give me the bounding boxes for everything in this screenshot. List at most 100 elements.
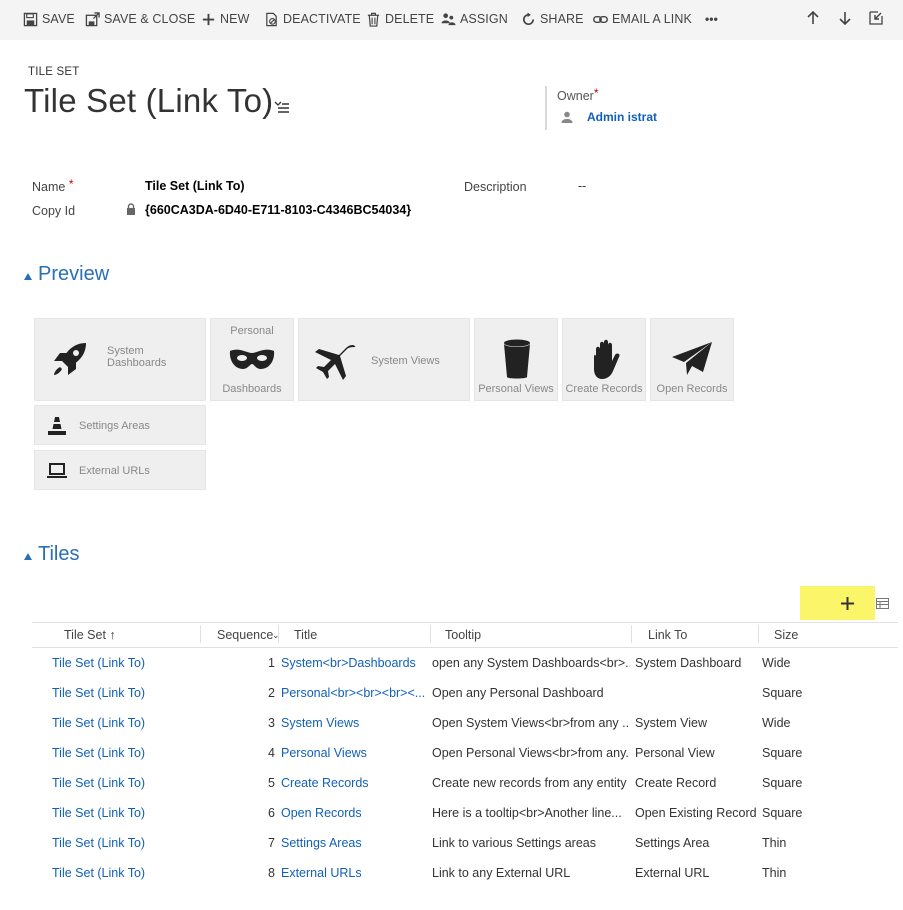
table-row[interactable]: Tile Set (Link To) 3 System Views Open Syst… [32, 708, 898, 738]
tile-label-top: Personal [230, 325, 274, 337]
share-icon [520, 11, 536, 27]
cell-size: Square [762, 806, 803, 820]
cell-title[interactable]: System<br>Dashboards [281, 648, 429, 678]
cell-size: Thin [762, 836, 787, 850]
col-header-sequence[interactable]: Sequence [217, 623, 273, 647]
cell-title[interactable]: Personal<br><br><br><... [281, 678, 429, 708]
previous-record-button[interactable] [804, 9, 822, 27]
more-icon: ••• [705, 12, 718, 26]
cell-size: Wide [762, 716, 791, 730]
cell-link-to: Create Record [635, 776, 717, 790]
cell-tooltip: Here is a tooltip<br>Another line... [432, 806, 622, 820]
cell-link-to: System View [635, 716, 708, 730]
preview-section-header[interactable]: Preview [24, 263, 109, 286]
table-row[interactable]: Tile Set (Link To) 4 Personal Views Open Pe… [32, 738, 898, 768]
tile-label: Create Records [565, 383, 643, 395]
cell-sequence: 6 [268, 806, 275, 820]
share-button[interactable]: SHARE [520, 0, 584, 38]
delete-button[interactable]: DELETE [365, 0, 434, 38]
tile-settings-areas[interactable]: Settings Areas [34, 405, 206, 445]
cell-tooltip: Create new records from any entity [432, 776, 627, 790]
form-selector-icon[interactable] [274, 100, 290, 114]
cell-link-to: External URL [635, 866, 710, 880]
table-row[interactable]: Tile Set (Link To) 7 Settings Areas Link to… [32, 828, 898, 858]
cell-tileset[interactable]: Tile Set (Link To) [52, 738, 202, 768]
mask-icon [229, 349, 275, 369]
cell-sequence: 2 [268, 686, 275, 700]
tile-label: System Dashboards [107, 345, 167, 369]
cell-link-to: Personal View [635, 746, 715, 760]
assign-button[interactable]: ASSIGN [440, 0, 508, 38]
email-link-button[interactable]: EMAIL A LINK [592, 0, 692, 38]
tile-label: Personal Views [478, 383, 554, 395]
description-field[interactable]: -- [578, 179, 586, 193]
save-button[interactable]: SAVE [22, 0, 75, 38]
cell-size: Thin [762, 866, 787, 880]
tile-external-urls[interactable]: External URLs [34, 450, 206, 490]
hand-icon [594, 339, 620, 379]
col-header-title[interactable]: Title [294, 623, 317, 647]
table-row[interactable]: Tile Set (Link To) 6 Open Records Here is a… [32, 798, 898, 828]
cell-title[interactable]: External URLs [281, 858, 429, 888]
cell-tileset[interactable]: Tile Set (Link To) [52, 648, 202, 678]
tile-system-dashboards[interactable]: System Dashboards [34, 318, 206, 401]
paper-plane-icon [672, 342, 712, 375]
more-commands-button[interactable]: ••• [705, 0, 718, 38]
grid-header: Tile Set ↑ Sequence ⌄ Title Tooltip Link… [32, 622, 898, 648]
command-bar: SAVE SAVE & CLOSE NEW DEACTIVATE DELETE … [0, 0, 903, 40]
table-row[interactable]: Tile Set (Link To) 5 Create Records Create … [32, 768, 898, 798]
cell-tileset[interactable]: Tile Set (Link To) [52, 858, 202, 888]
cell-tooltip: open any System Dashboards<br>... [432, 656, 630, 670]
cell-title[interactable]: System Views [281, 708, 429, 738]
owner-field: Owner* Admin istrat [545, 86, 675, 130]
name-field[interactable]: Tile Set (Link To) [145, 179, 245, 193]
col-header-tileset[interactable]: Tile Set ↑ [64, 623, 116, 647]
cell-title[interactable]: Create Records [281, 768, 429, 798]
pop-out-icon [869, 11, 883, 25]
col-header-link-to[interactable]: Link To [648, 623, 687, 647]
tile-open-records[interactable]: Open Records [650, 318, 734, 401]
add-tile-button[interactable] [800, 586, 875, 620]
cell-title[interactable]: Open Records [281, 798, 429, 828]
tile-create-records[interactable]: Create Records [562, 318, 646, 401]
cell-tileset[interactable]: Tile Set (Link To) [52, 768, 202, 798]
tile-label-bottom: Dashboards [222, 383, 282, 395]
cell-tileset[interactable]: Tile Set (Link To) [52, 708, 202, 738]
tiles-section-header[interactable]: Tiles [24, 543, 79, 566]
cell-tileset[interactable]: Tile Set (Link To) [52, 828, 202, 858]
link-icon [592, 11, 608, 27]
required-indicator: * [68, 177, 74, 191]
cell-title[interactable]: Settings Areas [281, 828, 429, 858]
new-button[interactable]: NEW [200, 0, 249, 38]
cell-tileset[interactable]: Tile Set (Link To) [52, 798, 202, 828]
cell-tooltip: Open System Views<br>from any ... [432, 716, 630, 730]
cell-tooltip: Open any Personal Dashboard [432, 686, 604, 700]
table-row[interactable]: Tile Set (Link To) 1 System<br>Dashboards o… [32, 648, 898, 678]
table-row[interactable]: Tile Set (Link To) 8 External URLs Link to … [32, 858, 898, 888]
description-label: Description [464, 180, 527, 194]
col-header-size[interactable]: Size [774, 623, 798, 647]
tile-label: External URLs [79, 465, 150, 477]
table-row[interactable]: Tile Set (Link To) 2 Personal<br><br><br><… [32, 678, 898, 708]
collapse-icon [24, 272, 32, 280]
save-and-close-button[interactable]: SAVE & CLOSE [84, 0, 195, 38]
owner-link[interactable]: Admin istrat [587, 110, 657, 124]
traffic-cone-icon [48, 417, 66, 435]
required-indicator: * [593, 86, 599, 100]
cell-tooltip: Link to various Settings areas [432, 836, 596, 850]
grid-view-icon[interactable] [876, 598, 889, 609]
deactivate-button[interactable]: DEACTIVATE [263, 0, 361, 38]
airplane-icon [315, 344, 356, 380]
next-record-button[interactable] [836, 9, 854, 27]
tile-label: Open Records [656, 383, 728, 395]
tile-personal-dashboards[interactable]: Personal Dashboards [210, 318, 294, 401]
col-header-tooltip[interactable]: Tooltip [445, 623, 481, 647]
cell-tooltip: Open Personal Views<br>from any... [432, 746, 630, 760]
pop-out-button[interactable] [867, 9, 885, 27]
laptop-icon [47, 463, 67, 478]
tile-system-views[interactable]: System Views [298, 318, 470, 401]
copy-id-field: {660CA3DA-6D40-E711-8103-C4346BC54034} [145, 203, 412, 217]
cell-title[interactable]: Personal Views [281, 738, 429, 768]
tile-personal-views[interactable]: Personal Views [474, 318, 558, 401]
cell-tileset[interactable]: Tile Set (Link To) [52, 678, 202, 708]
